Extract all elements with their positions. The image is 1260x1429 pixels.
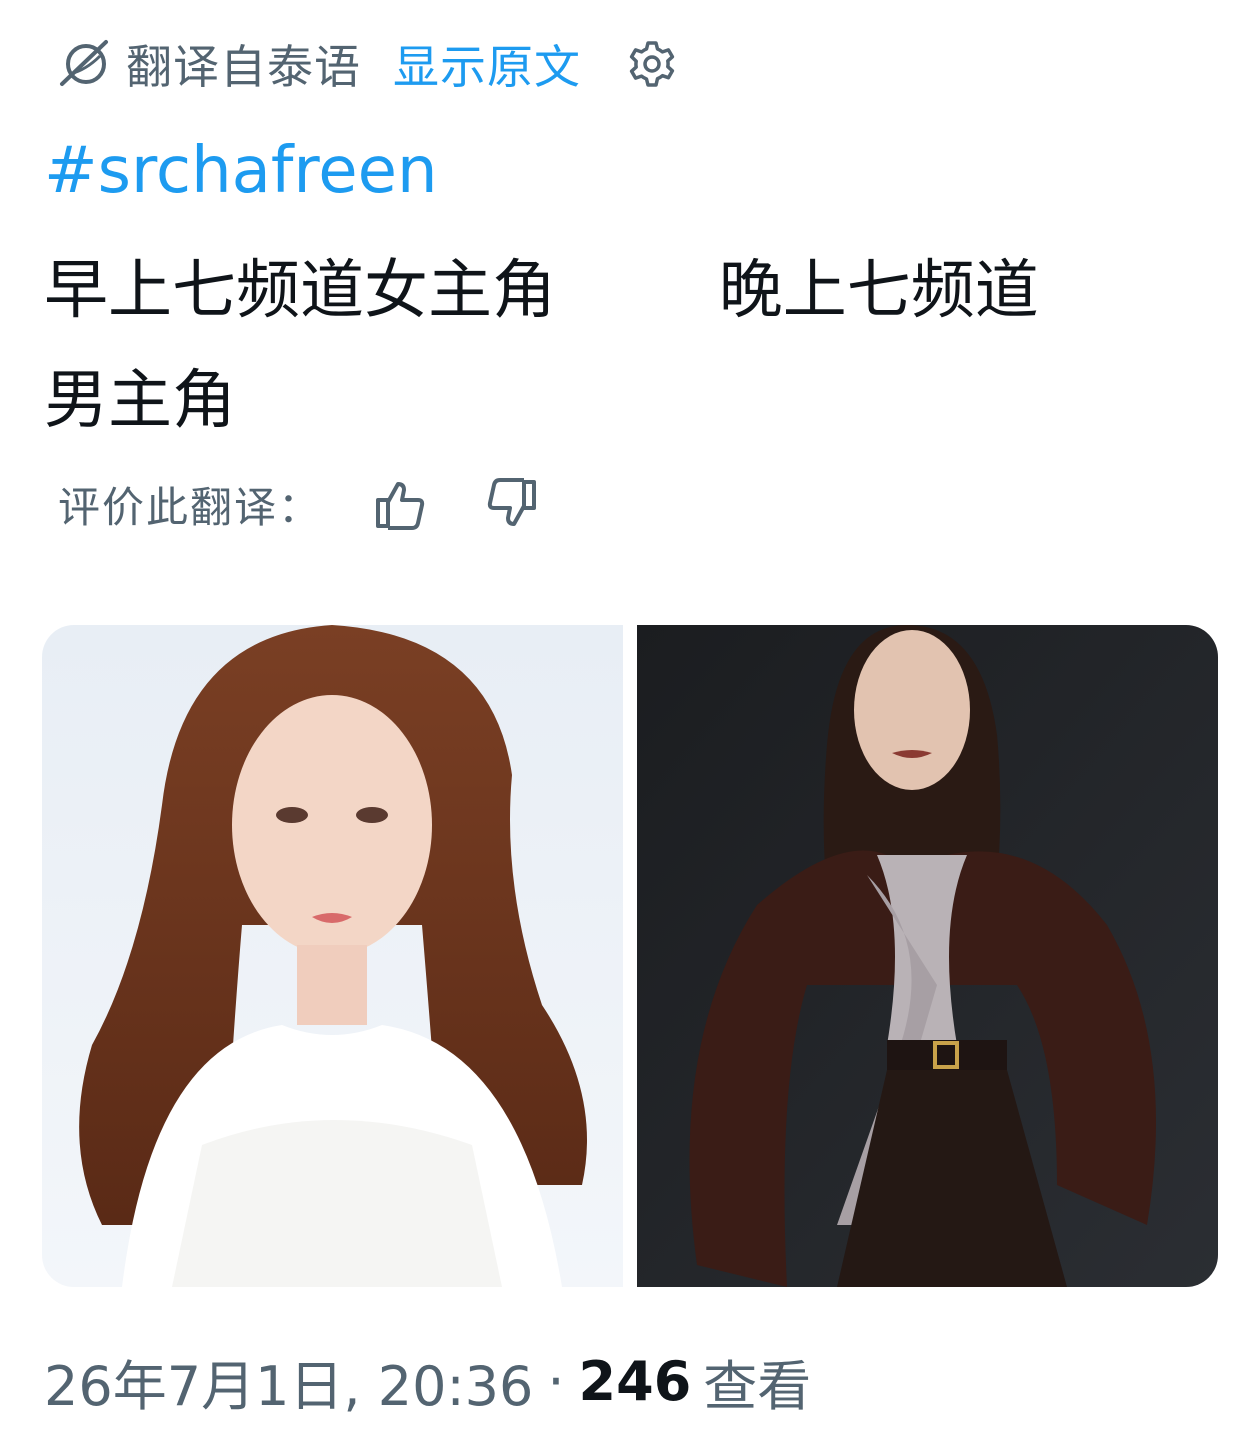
rate-translation-row: 评价此翻译：	[58, 472, 540, 536]
views-label: 查看	[703, 1355, 812, 1418]
photo-woman-dark-background-icon	[637, 625, 1218, 1287]
gear-icon[interactable]	[627, 39, 677, 89]
translation-bar: 翻译自泰语 显示原文	[56, 32, 677, 96]
thumbs-up-icon[interactable]	[372, 476, 428, 532]
show-original-link[interactable]: 显示原文	[393, 31, 581, 97]
photo-woman-light-background-icon	[42, 625, 623, 1287]
separator-dot: ·	[547, 1350, 565, 1413]
timestamp[interactable]: 26年7月1日, 20:36	[44, 1342, 533, 1421]
tweet-meta: 26年7月1日, 20:36 · 246 查看	[44, 1342, 811, 1421]
thumbs-down-icon[interactable]	[484, 476, 540, 532]
media-grid	[42, 625, 1218, 1287]
rate-translation-label: 评价此翻译：	[58, 482, 323, 532]
translate-globe-icon	[60, 40, 108, 86]
hashtag-link[interactable]: #srchafreen	[44, 134, 438, 208]
tweet-text: 早上七频道女主角 晚上七频道 男主角	[44, 254, 1039, 438]
views-count: 246	[578, 1350, 692, 1413]
translated-from-label: 翻译自泰语	[126, 40, 361, 94]
photo-left[interactable]	[42, 625, 623, 1287]
photo-right[interactable]	[637, 625, 1218, 1287]
